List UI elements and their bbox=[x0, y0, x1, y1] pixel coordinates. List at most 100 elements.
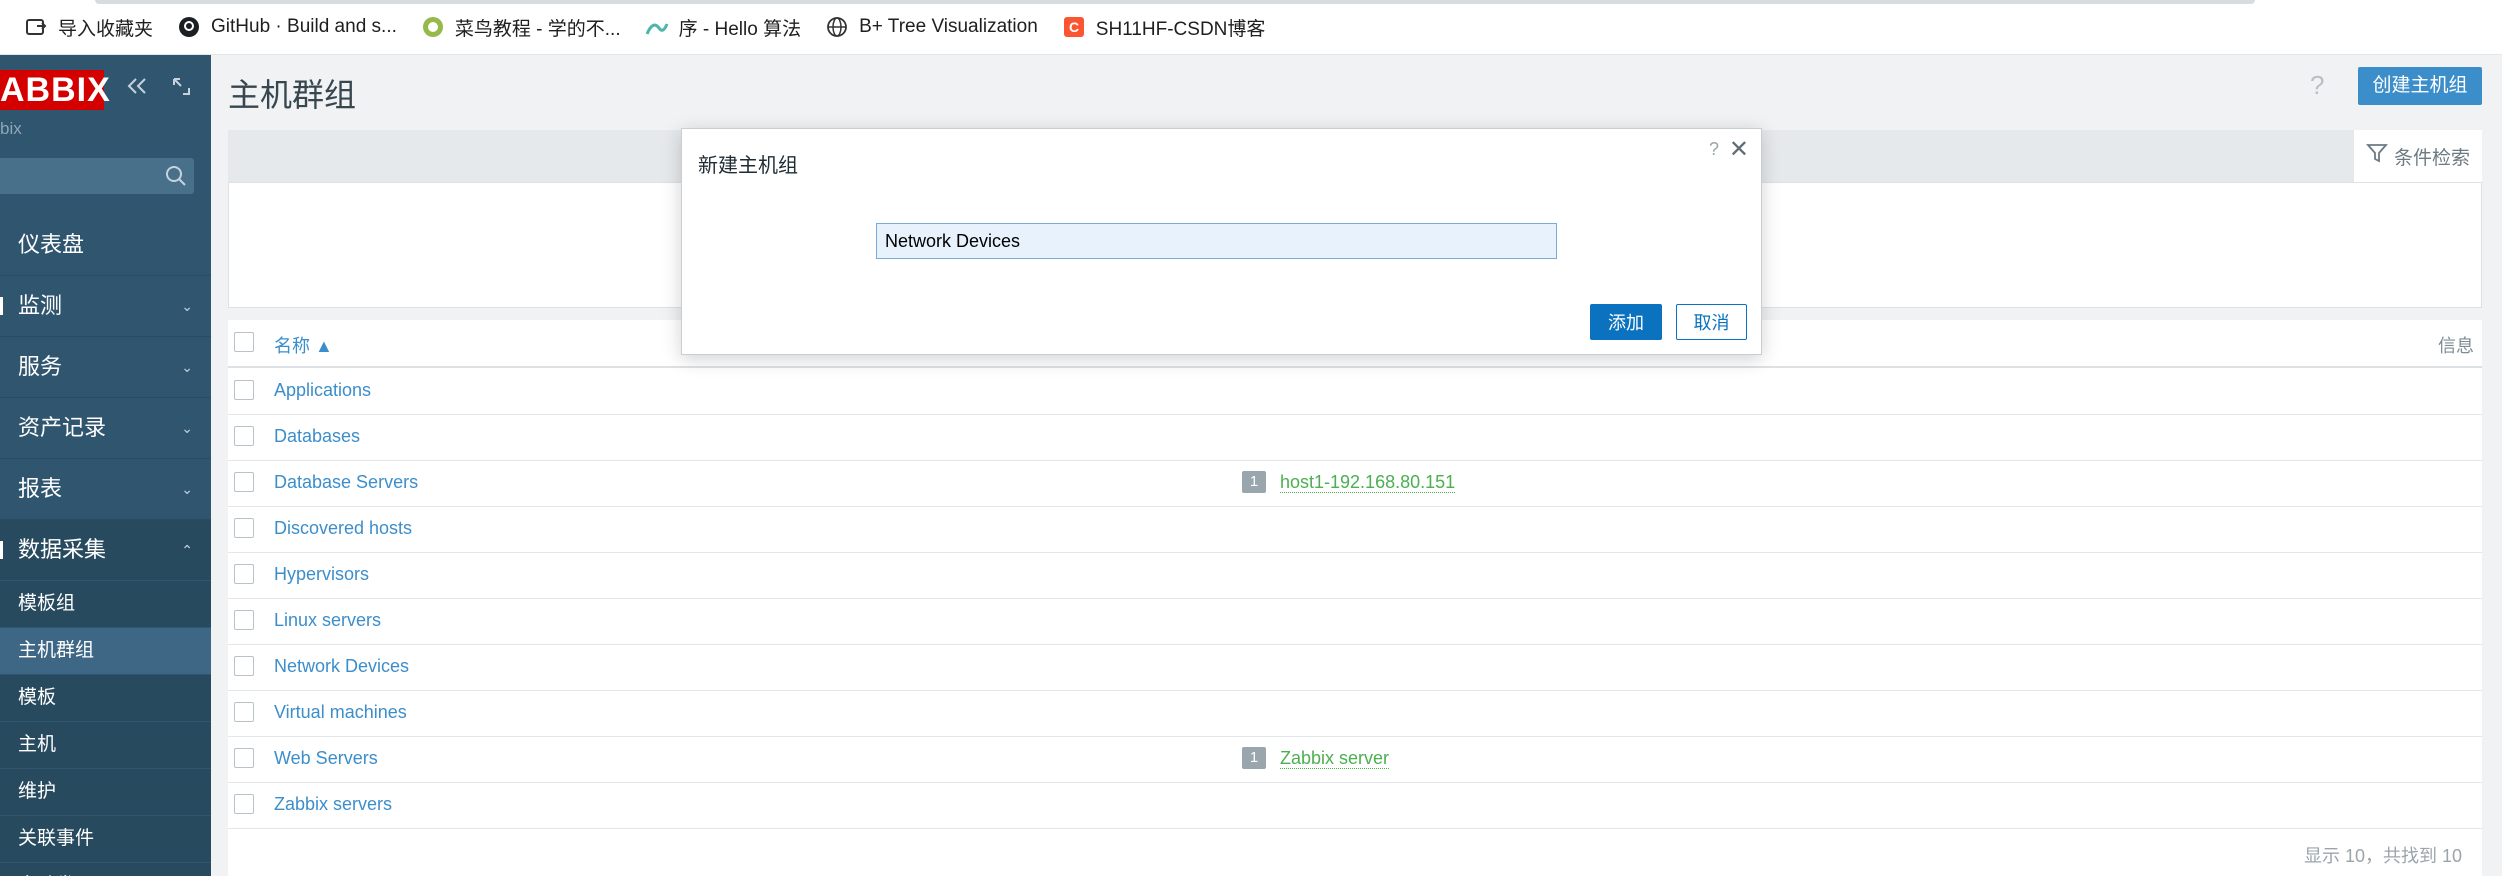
row-checkbox[interactable] bbox=[234, 748, 254, 768]
menu-item-dashboard[interactable]: 仪表盘 bbox=[0, 215, 211, 275]
submenu-item-template-groups[interactable]: 模板组 bbox=[0, 580, 211, 627]
dialog-help-icon[interactable]: ? bbox=[1709, 139, 1719, 160]
page-title: 主机群组 bbox=[228, 77, 357, 113]
row-checkbox[interactable] bbox=[234, 702, 254, 722]
row-checkbox[interactable] bbox=[234, 564, 254, 584]
host-group-link[interactable]: Virtual machines bbox=[274, 702, 407, 723]
window-top-edge bbox=[95, 0, 2255, 4]
host-group-link[interactable]: Hypervisors bbox=[274, 564, 369, 585]
menu-item-monitoring[interactable]: 监测 ⌄ bbox=[0, 275, 211, 336]
host-group-link[interactable]: Web Servers bbox=[274, 748, 378, 769]
table-row: Discovered hosts bbox=[228, 506, 2482, 553]
host-group-link[interactable]: Network Devices bbox=[274, 656, 409, 677]
table-row: Databases bbox=[228, 414, 2482, 461]
host-link[interactable]: host1-192.168.80.151 bbox=[1280, 472, 1456, 493]
data-collection-submenu: 模板组 主机群组 模板 主机 维护 关联事件 自动发现 bbox=[0, 580, 211, 876]
create-host-group-button[interactable]: 创建主机组 bbox=[2358, 67, 2482, 105]
sidebar-search-input[interactable] bbox=[0, 158, 194, 194]
cancel-button[interactable]: 取消 bbox=[1676, 304, 1747, 340]
chevron-down-icon: ⌄ bbox=[181, 481, 193, 497]
table-row: Hypervisors bbox=[228, 552, 2482, 599]
results-count: 显示 10，共找到 10 bbox=[2303, 846, 2462, 866]
close-icon[interactable]: ✕ bbox=[1729, 135, 1749, 164]
row-checkbox[interactable] bbox=[234, 656, 254, 676]
submenu-item-templates[interactable]: 模板 bbox=[0, 674, 211, 721]
table-row: Linux servers bbox=[228, 598, 2482, 645]
chevron-down-icon: ⌄ bbox=[181, 420, 193, 436]
submenu-item-maintenance[interactable]: 维护 bbox=[0, 768, 211, 815]
column-info-header: 信息 bbox=[2438, 336, 2474, 356]
row-checkbox[interactable] bbox=[234, 610, 254, 630]
import-bookmarks-icon bbox=[24, 15, 48, 39]
group-name-input[interactable] bbox=[876, 223, 1557, 259]
bookmark-hello-algo[interactable]: 序 - Hello 算法 bbox=[645, 7, 801, 47]
menu-item-inventory[interactable]: 资产记录 ⌄ bbox=[0, 397, 211, 458]
hello-algo-icon bbox=[645, 15, 669, 39]
bookmark-label: B+ Tree Visualization bbox=[859, 16, 1038, 37]
row-checkbox[interactable] bbox=[234, 380, 254, 400]
server-name: bix bbox=[0, 119, 22, 138]
table-row: Zabbix servers bbox=[228, 782, 2482, 829]
help-icon[interactable]: ? bbox=[2310, 70, 2324, 101]
row-checkbox[interactable] bbox=[234, 472, 254, 492]
host-group-link[interactable]: Applications bbox=[274, 380, 371, 401]
monitoring-icon bbox=[0, 297, 3, 315]
svg-text:C: C bbox=[1069, 19, 1079, 35]
bookmark-github[interactable]: GitHub · Build and s... bbox=[177, 7, 397, 47]
filter-icon bbox=[2366, 142, 2388, 170]
host-group-link[interactable]: Discovered hosts bbox=[274, 518, 412, 539]
row-checkbox[interactable] bbox=[234, 518, 254, 538]
bookmark-import[interactable]: 导入收藏夹 bbox=[24, 7, 153, 47]
new-host-group-dialog: 新建主机组 ? ✕ *组名 添加 取消 bbox=[681, 128, 1762, 355]
menu-item-label: 数据采集 bbox=[18, 537, 107, 562]
bookmark-label: 菜鸟教程 - 学的不... bbox=[454, 18, 621, 40]
column-name-header[interactable]: 名称 ▲ bbox=[274, 332, 333, 358]
host-count-badge[interactable]: 1 bbox=[1242, 471, 1266, 493]
submenu-item-host-groups[interactable]: 主机群组 bbox=[0, 627, 211, 674]
menu-item-services[interactable]: 服务 ⌄ bbox=[0, 336, 211, 397]
bookmark-label: GitHub · Build and s... bbox=[211, 16, 397, 37]
bookmark-label: 导入收藏夹 bbox=[58, 18, 154, 40]
bookmark-csdn[interactable]: C SH11HF-CSDN博客 bbox=[1062, 7, 1266, 47]
collapse-sidebar-icon[interactable] bbox=[124, 73, 150, 99]
bookmarks-bar: 导入收藏夹 GitHub · Build and s... 菜鸟教程 - 学的不… bbox=[0, 0, 2502, 55]
row-checkbox[interactable] bbox=[234, 426, 254, 446]
menu-item-label: 仪表盘 bbox=[18, 232, 85, 257]
submenu-item-hosts[interactable]: 主机 bbox=[0, 721, 211, 768]
bookmark-bplus-tree[interactable]: B+ Tree Visualization bbox=[825, 7, 1038, 47]
menu-item-data-collection[interactable]: 数据采集 ⌃ bbox=[0, 519, 211, 580]
menu-item-label: 服务 bbox=[18, 354, 63, 379]
search-icon[interactable] bbox=[164, 164, 188, 193]
table-row: Applications bbox=[228, 368, 2482, 415]
chevron-up-icon: ⌃ bbox=[181, 542, 193, 558]
row-checkbox[interactable] bbox=[234, 794, 254, 814]
select-all-checkbox[interactable] bbox=[234, 332, 254, 352]
filter-tab[interactable]: 条件检索 bbox=[2354, 130, 2482, 182]
host-count-badge[interactable]: 1 bbox=[1242, 747, 1266, 769]
host-group-link[interactable]: Zabbix servers bbox=[274, 794, 392, 815]
filter-tab-label: 条件检索 bbox=[2393, 147, 2470, 169]
zabbix-logo[interactable]: ABBIX bbox=[0, 70, 110, 110]
github-icon bbox=[177, 15, 201, 39]
main-menu: 仪表盘 监测 ⌄ 服务 ⌄ 资产记录 ⌄ 报表 ⌄ 数据采集 ⌃ 模板组 主机群… bbox=[0, 215, 211, 876]
menu-item-reports[interactable]: 报表 ⌄ bbox=[0, 458, 211, 519]
chevron-down-icon: ⌄ bbox=[181, 359, 193, 375]
table-row: Web Servers 1 Zabbix server bbox=[228, 736, 2482, 783]
host-group-link[interactable]: Linux servers bbox=[274, 610, 381, 631]
table-row: Database Servers 1 host1-192.168.80.151 bbox=[228, 460, 2482, 507]
kiosk-mode-icon[interactable] bbox=[168, 73, 194, 99]
add-button[interactable]: 添加 bbox=[1590, 304, 1662, 340]
host-link[interactable]: Zabbix server bbox=[1280, 748, 1390, 769]
menu-item-label: 报表 bbox=[18, 476, 63, 501]
chevron-down-icon: ⌄ bbox=[181, 298, 193, 314]
submenu-item-discovery[interactable]: 自动发现 bbox=[0, 862, 211, 876]
runoob-icon bbox=[421, 15, 445, 39]
menu-item-label: 监测 bbox=[18, 293, 63, 318]
host-group-link[interactable]: Database Servers bbox=[274, 472, 418, 493]
host-group-link[interactable]: Databases bbox=[274, 426, 360, 447]
host-groups-table: 名称 ▲ 信息 Applications Databases Database … bbox=[228, 320, 2482, 876]
submenu-item-event-correlation[interactable]: 关联事件 bbox=[0, 815, 211, 862]
sidebar: ABBIX bix 仪表盘 监测 ⌄ 服务 ⌄ 资产记录 ⌄ 报表 ⌄ 数据采集… bbox=[0, 55, 211, 876]
bookmark-runoob[interactable]: 菜鸟教程 - 学的不... bbox=[421, 7, 621, 47]
bookmark-label: SH11HF-CSDN博客 bbox=[1095, 18, 1266, 40]
